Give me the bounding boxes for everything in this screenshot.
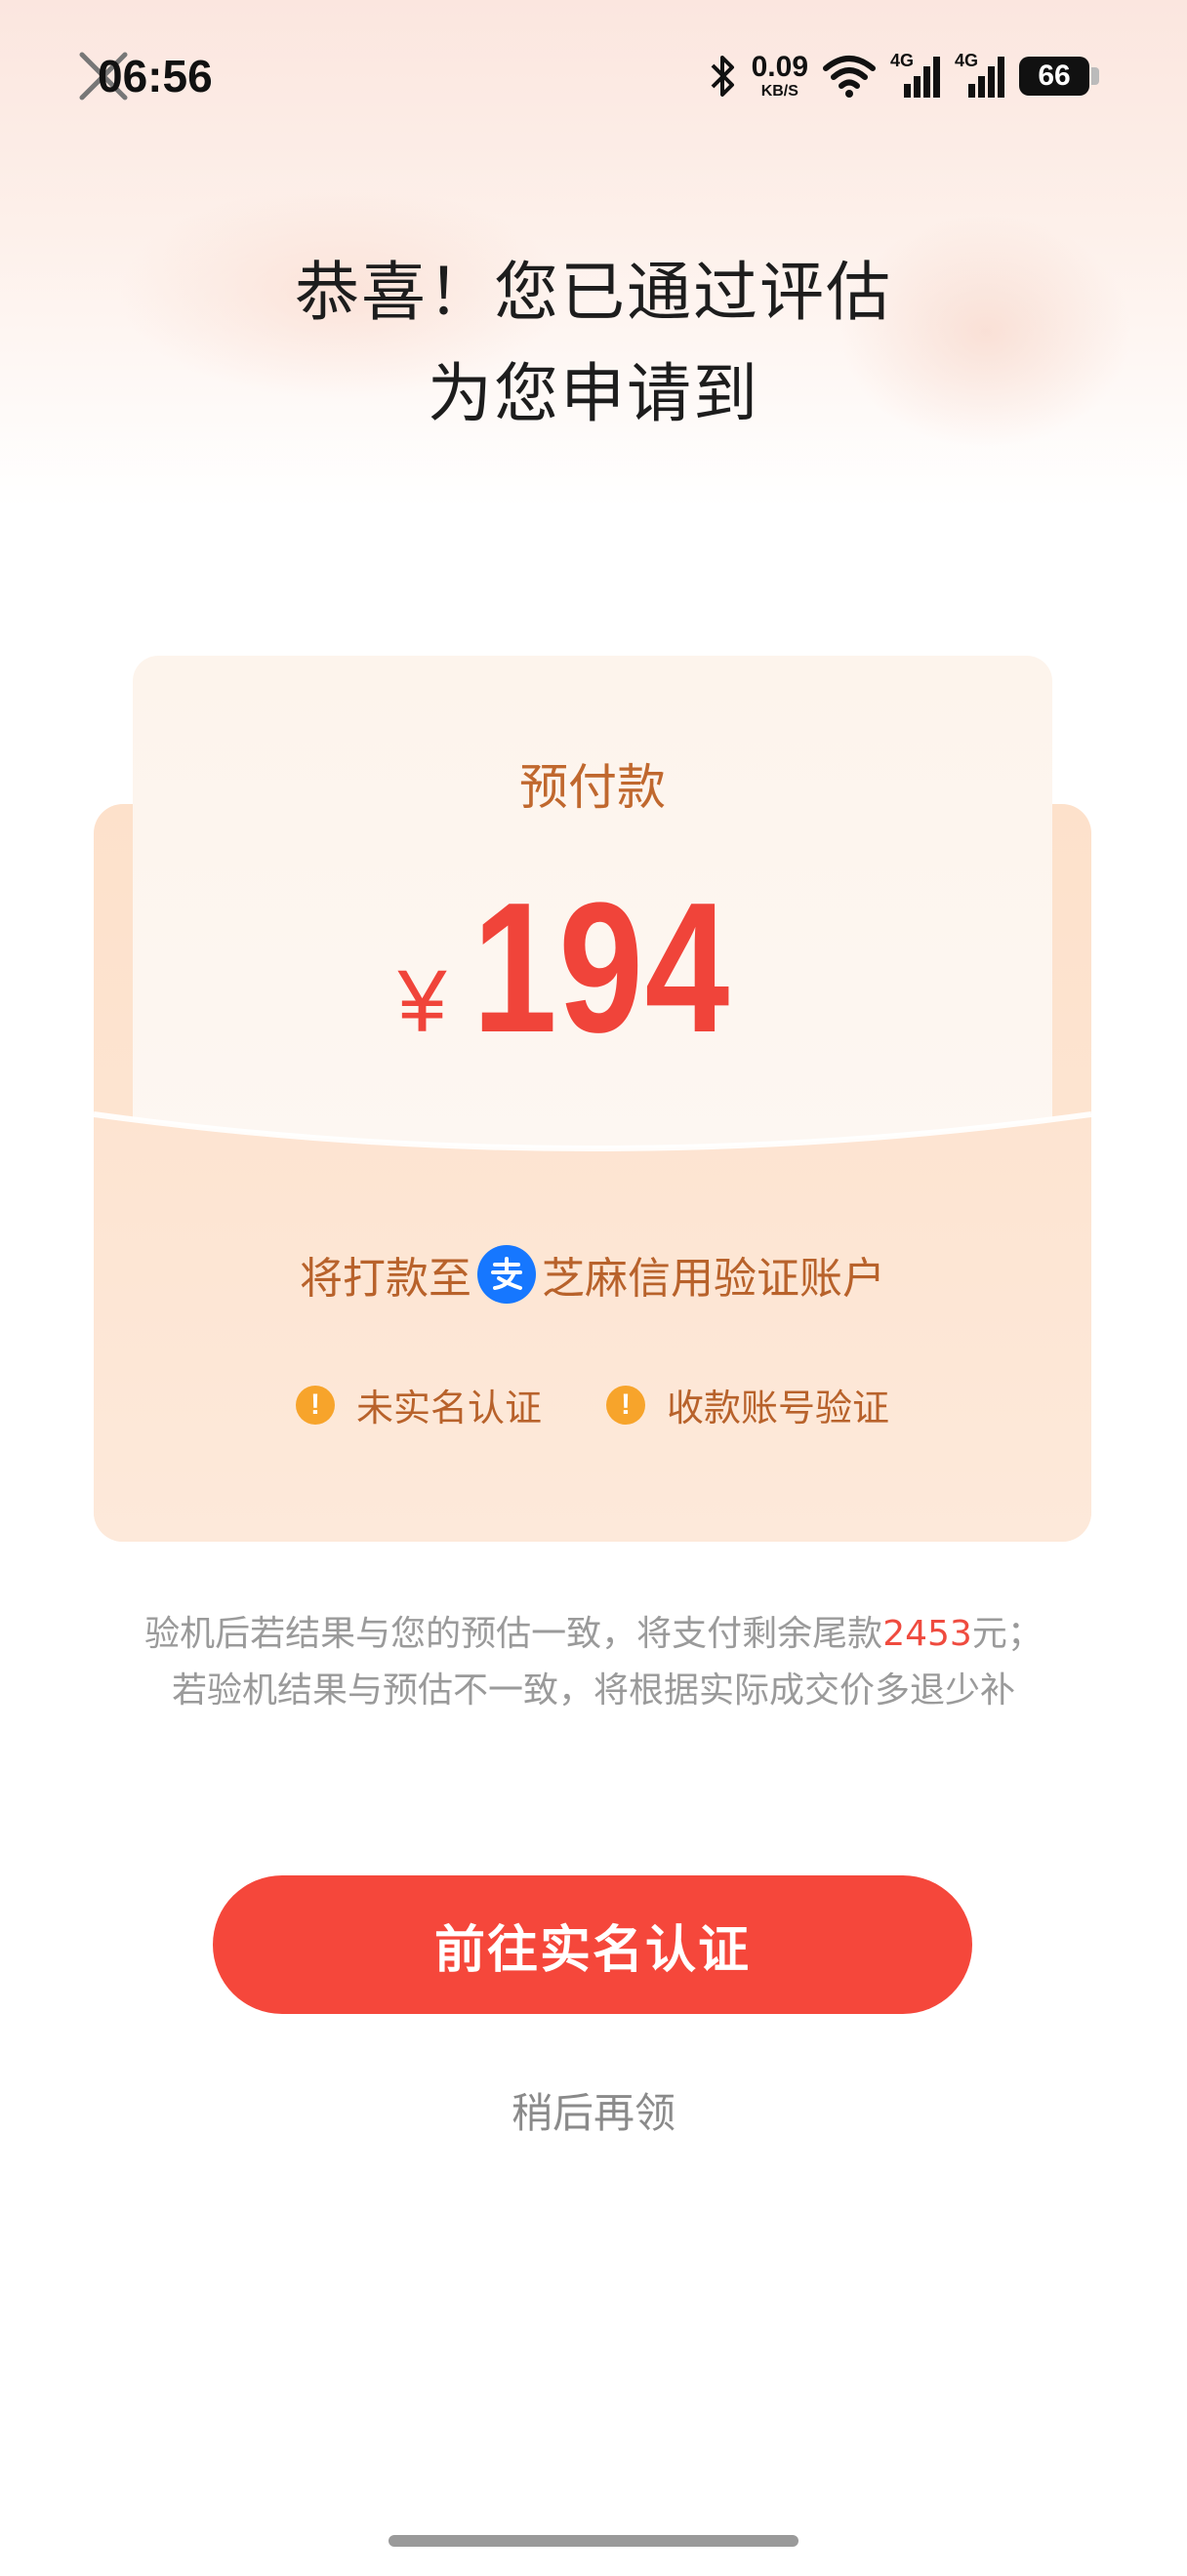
- warning-icon: !: [295, 1385, 335, 1425]
- payto-line: 将打款至 芝麻信用验证账户: [94, 1243, 1091, 1306]
- envelope-front: [94, 1075, 1091, 1542]
- prepay-label: 预付款: [519, 759, 666, 816]
- warning-realname[interactable]: ! 未实名认证: [295, 1378, 542, 1431]
- net-speed-value: 0.09: [751, 51, 808, 83]
- balance-note: 验机后若结果与您的预估一致，将支付剩余尾款2453元； 若验机结果与预估不一致，…: [0, 1606, 1187, 1719]
- prepay-card: 预付款 ¥194 将打款至 芝麻信用验证账户 ! 未实名认证 ! 收款账号验证: [94, 656, 1091, 1542]
- net-speed-unit: KB/S: [760, 83, 798, 100]
- amount-value: 194: [471, 865, 731, 1071]
- warning-text: 收款账号验证: [667, 1387, 890, 1429]
- battery-icon: 66: [1019, 57, 1099, 96]
- signal-icon: 4G: [890, 51, 941, 100]
- note-line-1: 验机后若结果与您的预估一致，将支付剩余尾款2453元；: [0, 1606, 1187, 1663]
- payto-suffix: 芝麻信用验证账户: [542, 1254, 885, 1304]
- warning-icon: !: [606, 1385, 645, 1425]
- net-speed: 0.09 KB/S: [752, 53, 808, 100]
- alipay-icon: [477, 1245, 536, 1304]
- remaining-amount: 2453: [882, 1614, 972, 1654]
- status-time: 06:56: [98, 51, 213, 101]
- claim-later-link[interactable]: 稍后再领: [0, 2084, 1187, 2143]
- status-bar: 06:56 0.09 KB/S 4G 4G 66: [0, 39, 1187, 117]
- verification-status: ! 未实名认证 ! 收款账号验证: [94, 1378, 1091, 1431]
- note-line-2: 若验机结果与预估不一致，将根据实际成交价多退少补: [171, 1670, 1015, 1711]
- payto-prefix: 将打款至: [300, 1254, 471, 1304]
- page: 06:56 0.09 KB/S 4G 4G 66 恭喜！您已通过评估 为您申请到…: [0, 0, 1187, 2576]
- title-line-2: 为您申请到: [428, 356, 759, 431]
- verify-realname-button[interactable]: 前往实名认证: [213, 1875, 972, 2014]
- wifi-icon: [823, 56, 876, 98]
- note-line-1-prefix: 验机后若结果与您的预估一致，将支付剩余尾款: [144, 1614, 883, 1654]
- warning-text: 未实名认证: [355, 1387, 542, 1429]
- warning-account[interactable]: ! 收款账号验证: [606, 1378, 889, 1431]
- note-line-1-suffix: 元；: [971, 1614, 1043, 1654]
- title-line-1: 恭喜！您已通过评估: [295, 255, 892, 330]
- signal-icon: 4G: [955, 51, 1005, 100]
- bluetooth-icon: [711, 56, 734, 97]
- home-indicator[interactable]: [389, 2535, 798, 2547]
- status-icons: 0.09 KB/S 4G 4G 66: [709, 47, 1099, 105]
- page-title: 恭喜！您已通过评估 为您申请到: [0, 242, 1187, 445]
- currency-symbol: ¥: [397, 953, 447, 1051]
